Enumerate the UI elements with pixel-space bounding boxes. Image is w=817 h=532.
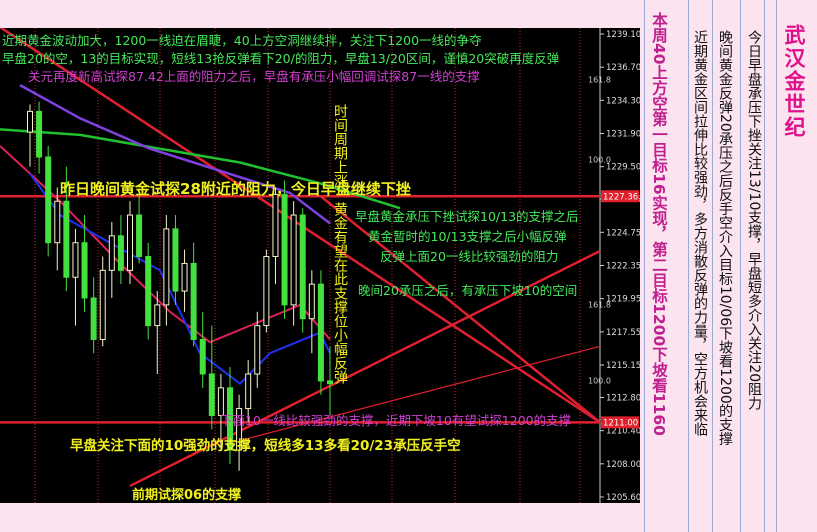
level-price-label: 1211.00 xyxy=(603,418,638,428)
candle-body xyxy=(263,256,270,327)
candle-body xyxy=(190,262,197,340)
divider xyxy=(688,0,689,532)
y-tick-label: 1229.50 xyxy=(606,163,640,173)
divider xyxy=(644,0,645,532)
candle-body xyxy=(72,242,79,278)
y-tick-label: 1217.55 xyxy=(606,328,640,338)
candle-body xyxy=(108,235,115,271)
brand-logo: 武汉金世纪 xyxy=(782,24,806,139)
candle-body xyxy=(308,283,315,320)
candle-body xyxy=(154,304,161,327)
side-note-morning: 今日早盘承压下挫关注13/10支撑，早盘短多介入关注20阻力 xyxy=(746,30,762,411)
fib-label: 161.8 xyxy=(588,75,611,84)
y-tick-label: 1234.30 xyxy=(606,96,640,106)
candle-body xyxy=(299,214,306,320)
candle-body xyxy=(245,373,252,410)
annotation-bottom-1: 下面10一线比较强劲的支撑，近期下坡10有望试探1200的支撑 xyxy=(220,413,572,428)
candle-body xyxy=(208,373,215,416)
fib-label: 161.8 xyxy=(588,301,611,310)
annotation-right-2: 黄金暂时的10/13支撑之后小幅反弹 xyxy=(368,229,567,244)
fib-label: 100.0 xyxy=(588,156,611,165)
y-tick-label: 1215.15 xyxy=(606,361,640,371)
candle-body xyxy=(317,283,324,382)
chart-svg: 1239.10 1236.70 1234.30 1231.90 1229.50 1227.… xyxy=(0,28,640,503)
annotation-bottom-3: 前期试探06的支撑 xyxy=(132,488,242,503)
price-chart: 1239.10 1236.70 1234.30 1231.90 1229.50 1227.… xyxy=(0,28,640,503)
candle-body xyxy=(99,269,106,340)
candle-body xyxy=(290,214,297,306)
candle-body xyxy=(145,256,152,327)
candle-body xyxy=(36,110,43,158)
y-tick-label: 1219.95 xyxy=(606,295,640,305)
fib-label: 100.0 xyxy=(588,377,611,386)
candle-body xyxy=(172,228,179,292)
y-tick-label: 1231.90 xyxy=(606,130,640,140)
y-tick-label: 1224.75 xyxy=(606,228,640,238)
candle-body xyxy=(27,110,33,133)
candle-body xyxy=(254,325,261,375)
divider xyxy=(764,0,765,532)
candle-body xyxy=(127,214,133,271)
candle-body xyxy=(63,200,70,278)
side-note-weekly: 本周40上方空第一目标16实现，第二目标1200下坡看1160 xyxy=(650,12,668,436)
candle-body xyxy=(45,156,52,244)
annotation-bottom-2: 早盘关注下面的10强劲的支撑，短线多13多看20/23承压反手空 xyxy=(70,438,461,454)
y-tick-label: 1205.60 xyxy=(606,493,640,503)
annotation-top-3: 关元再度新高试探87.42上面的阻力之后，早盘有承压小幅回调试探87一线的支撑 xyxy=(28,69,480,84)
annotation-right-3: 反弹上面20一线比较强劲的阻力 xyxy=(380,249,559,264)
level-price-label: 1227.36 xyxy=(603,192,638,202)
annotation-vertical-yellow: 时间周期上涨，黄金有望在此支撑位小幅反弹 xyxy=(332,104,348,384)
candle-body xyxy=(81,242,88,299)
annotation-right-4: 晚间20承压之后，有承压下坡10的空间 xyxy=(358,283,578,298)
y-tick-label: 1212.80 xyxy=(606,393,640,403)
side-note-recent: 近期黄金区间拉伸比较强劲，多方消散反弹的力量，空方机会来临 xyxy=(692,30,708,436)
annotation-top-2: 早盘20的空，13的目标实现，短线13抢反弹看下20/的阻力，早盘13/20区间… xyxy=(2,51,560,66)
divider xyxy=(740,0,741,532)
annotation-top-1: 近期黄金波动加大，1200一线迫在眉睫，40上方空洞继续拌，关注下1200一线的… xyxy=(2,33,482,48)
candle-body xyxy=(136,214,143,258)
annotation-right-1: 早盘黄金承压下挫试探10/13的支撑之后 xyxy=(355,209,579,224)
candle-body xyxy=(272,193,279,258)
divider xyxy=(776,0,777,532)
candle-body xyxy=(90,297,97,340)
y-tick-label: 1236.70 xyxy=(606,63,640,73)
divider xyxy=(712,0,713,532)
y-tick-label: 1208.00 xyxy=(606,460,640,470)
candle-body xyxy=(199,338,206,375)
candle-body xyxy=(117,235,124,271)
candle-body xyxy=(54,200,61,244)
candle-body xyxy=(181,262,188,292)
side-note-evening: 晚间黄金反弹20承压之后反手空介入目标10/06下坡看1200的支撑 xyxy=(717,30,733,446)
candle-body xyxy=(281,193,288,306)
candle-body xyxy=(163,228,170,306)
annotation-mid-yellow: 昨日晚间黄金试探28附近的阻力，今日早盘继续下挫 xyxy=(60,180,411,198)
y-tick-label: 1239.10 xyxy=(606,30,640,40)
y-tick-label: 1222.35 xyxy=(606,262,640,272)
